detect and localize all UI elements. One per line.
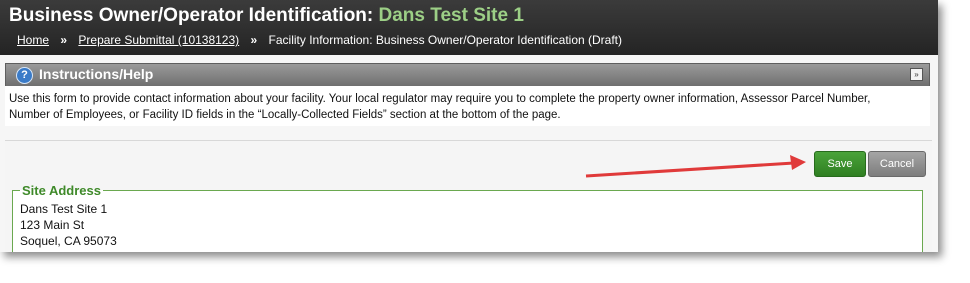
annotation-arrow-icon xyxy=(585,155,806,178)
page-frame: Business Owner/Operator Identification: … xyxy=(0,0,938,252)
